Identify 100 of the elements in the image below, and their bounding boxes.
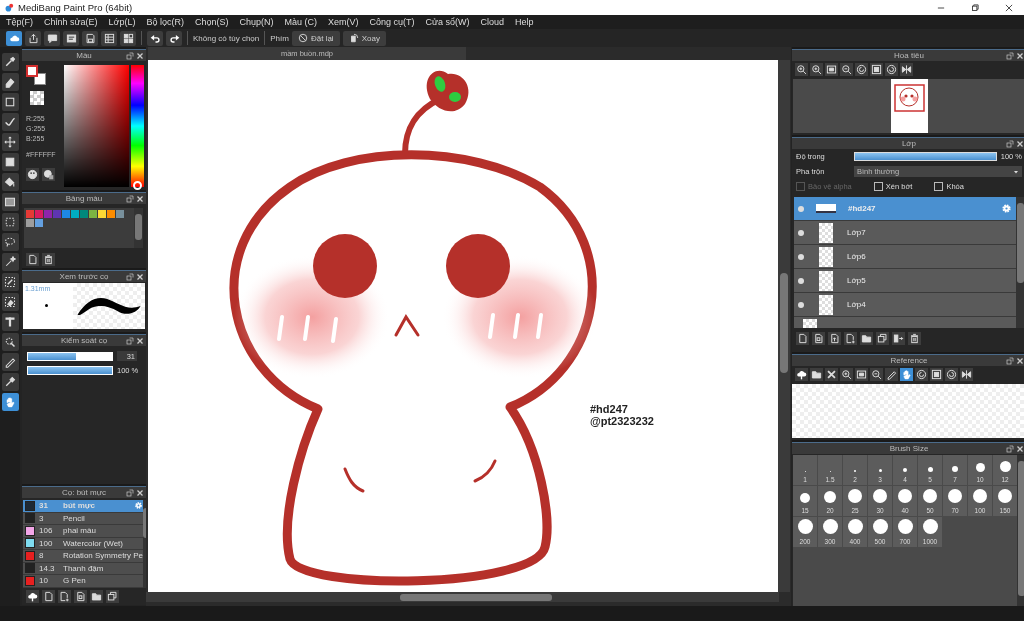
cloud-upload-button[interactable] [26,590,39,603]
layer-item[interactable]: Lớp4 [794,293,1016,316]
foreground-color-swatch[interactable] [26,65,38,77]
brush-size-slider[interactable] [27,351,113,361]
hand-tool-button[interactable] [1,393,19,411]
rotate-button[interactable]: Xoay [342,30,386,46]
document-copy-button[interactable] [74,590,87,603]
grid-button[interactable] [120,30,136,46]
new-document-button[interactable] [26,253,39,266]
rotate-right-button[interactable] [885,63,898,76]
pen-button[interactable] [885,368,898,381]
document-copy-button[interactable] [812,332,825,345]
table-button[interactable] [101,30,117,46]
lasso-tool-button[interactable] [1,233,19,251]
copy-button[interactable] [106,590,119,603]
color-swatch[interactable] [107,210,115,218]
scrollbar[interactable] [1016,197,1024,328]
visibility-toggle[interactable] [798,253,804,260]
square-tool-button[interactable] [1,93,19,111]
color-swatch[interactable] [53,210,61,218]
color-swatch[interactable] [26,210,34,218]
note-button[interactable] [63,30,79,46]
scrollbar[interactable] [134,208,143,248]
folder-button[interactable] [810,368,823,381]
layer-item[interactable]: Lớp6 [794,245,1016,268]
canvas[interactable]: #hd247 @pt2323232 [148,60,778,592]
color-swatch[interactable] [44,210,52,218]
brush-tool-button[interactable] [1,53,19,71]
menu-item[interactable]: Công cụ(T) [369,17,415,27]
brush-item[interactable]: 106 phai màu [23,525,144,537]
close-button[interactable] [825,368,838,381]
rotate-left-button[interactable] [855,63,868,76]
share-button[interactable] [25,30,41,46]
menu-item[interactable]: Lớp(L) [108,17,136,27]
flip-button[interactable] [900,63,913,76]
brush-item[interactable]: 100 Watercolor (Wet) [23,537,144,549]
cloud-upload-button[interactable] [795,368,808,381]
selection-move-tool-button[interactable] [1,333,19,351]
pen-tool-button[interactable] [1,353,19,371]
color-swatch[interactable] [89,210,97,218]
document-upload-button[interactable] [828,332,841,345]
color-swatch[interactable] [35,219,43,227]
layer-item[interactable]: Lớp5 [794,269,1016,292]
menu-item[interactable]: Cloud [480,17,505,27]
menu-item[interactable]: Bộ lọc(R) [146,17,184,27]
zoom-in-button[interactable] [810,63,823,76]
menu-item[interactable]: Tệp(F) [6,17,33,27]
redo-button[interactable] [166,30,182,46]
rotate-left-button[interactable] [915,368,928,381]
gradient-tool-button[interactable] [1,193,19,211]
cloud-button[interactable] [6,30,22,46]
visibility-toggle[interactable] [798,301,804,308]
vertical-scrollbar[interactable] [778,60,790,592]
brush-item[interactable]: 3 Pencil [23,512,144,524]
fit-screen-button[interactable] [855,368,868,381]
folder-button[interactable] [860,332,873,345]
floppy-button[interactable] [82,30,98,46]
color-picker-button[interactable] [42,168,55,181]
color-swatch[interactable] [98,210,106,218]
color-swatch[interactable] [26,219,34,227]
zoom-in-button[interactable] [840,368,853,381]
filled-square-tool-button[interactable] [1,153,19,171]
color-swatch[interactable] [80,210,88,218]
folder-button[interactable] [90,590,103,603]
rotate-right-button[interactable] [945,368,958,381]
menu-item[interactable]: Chỉnh sửa(E) [44,17,98,27]
zoom-in-button[interactable] [795,63,808,76]
opacity-slider[interactable] [27,366,113,375]
color-field[interactable] [63,65,130,187]
brush-item[interactable]: 10 G Pen [23,575,144,587]
color-swatch[interactable] [71,210,79,218]
hand-button[interactable] [900,368,913,381]
menu-item[interactable]: Help [515,17,534,27]
color-swatch[interactable] [62,210,70,218]
color-swatch[interactable] [35,210,43,218]
zoom-out-button[interactable] [840,63,853,76]
curve-tool-button[interactable] [1,113,19,131]
scrollbar[interactable] [1017,455,1024,606]
color-swatch[interactable] [116,210,124,218]
menu-item[interactable]: Cửa sổ(W) [425,17,470,27]
visibility-toggle[interactable] [798,205,804,212]
move-arrows-tool-button[interactable] [1,133,19,151]
menu-item[interactable]: Chọn(S) [195,17,229,27]
text-tool-tool-button[interactable] [1,313,19,331]
center-button[interactable] [870,63,883,76]
menu-item[interactable]: Chụp(N) [239,17,274,27]
magic-wand-tool-button[interactable] [1,253,19,271]
menu-item[interactable]: Màu (C) [284,17,318,27]
visibility-toggle[interactable] [798,277,804,284]
eraser-tool-button[interactable] [1,73,19,91]
menu-item[interactable]: Xem(V) [328,17,359,27]
layer-item[interactable]: Lớp7 [794,221,1016,244]
trash-button[interactable] [42,253,55,266]
horizontal-scrollbar[interactable] [146,592,779,602]
add-document-button[interactable] [58,590,71,603]
bucket-tool-button[interactable] [1,173,19,191]
fit-screen-button[interactable] [825,63,838,76]
dashed-square-tool-button[interactable] [1,213,19,231]
eyedropper-tool-button[interactable] [1,373,19,391]
trash-button[interactable] [908,332,921,345]
